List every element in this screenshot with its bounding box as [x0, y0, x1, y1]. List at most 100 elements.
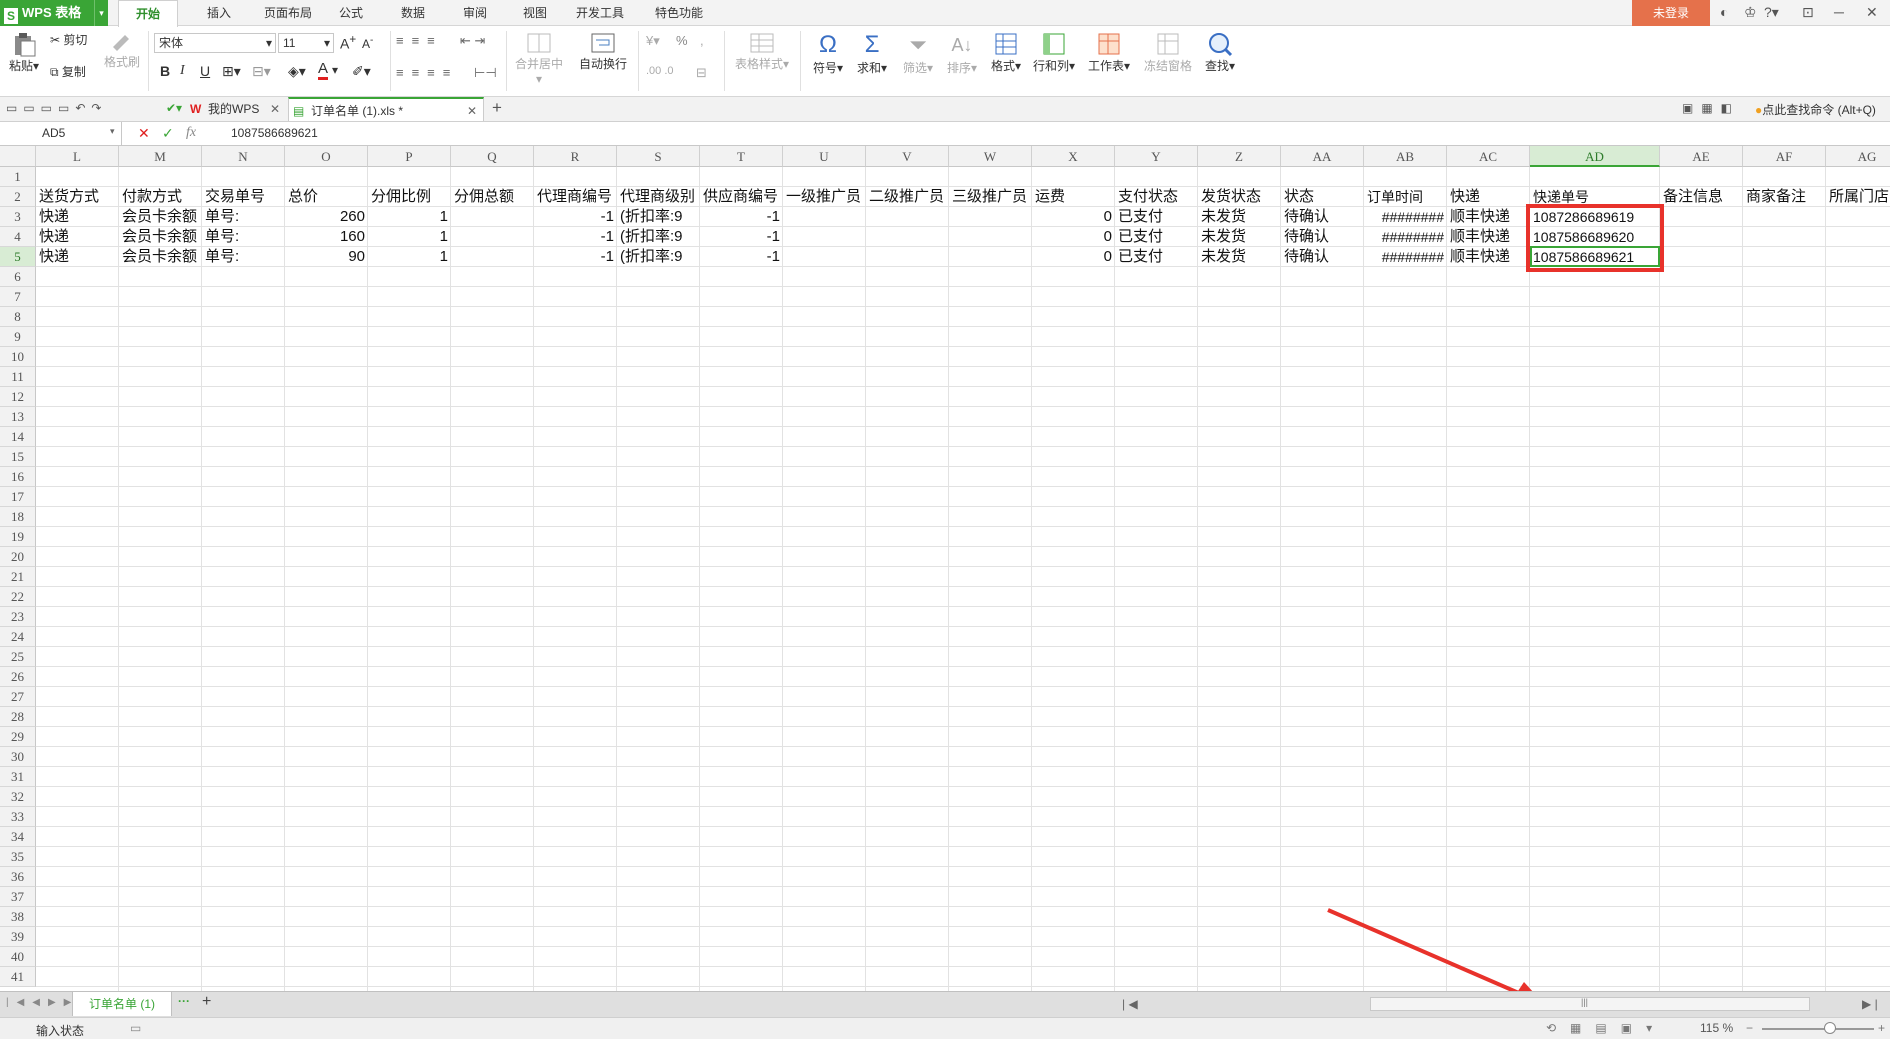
cell-x3[interactable]: 0 [1032, 207, 1115, 227]
row-header[interactable]: 29 [0, 727, 36, 747]
row-header[interactable]: 15 [0, 447, 36, 467]
cell-z3[interactable]: 未发货 [1198, 207, 1281, 227]
filter-button[interactable]: ⏷ 筛选▾ [898, 31, 938, 76]
cell-t4[interactable]: -1 [700, 227, 783, 247]
cell-r4[interactable]: -1 [534, 227, 617, 247]
row-header[interactable]: 41 [0, 967, 36, 987]
row-header[interactable]: 23 [0, 607, 36, 627]
login-button[interactable]: 未登录 [1632, 0, 1710, 26]
cell-af5[interactable] [1743, 247, 1826, 267]
cell-af2[interactable]: 商家备注 [1743, 187, 1826, 207]
cell-ac3[interactable]: 顺丰快递 [1447, 207, 1530, 227]
row-header[interactable]: 12 [0, 387, 36, 407]
cell-ab3[interactable]: ######## [1364, 207, 1447, 227]
menu-tab[interactable]: 数据 [390, 0, 436, 26]
minimize-icon[interactable]: ─ [1834, 4, 1844, 20]
cell-r3[interactable]: -1 [534, 207, 617, 227]
font-color-icon[interactable]: A [318, 61, 329, 80]
cell-q4[interactable] [451, 227, 534, 247]
confirm-icon[interactable]: ✓ [162, 125, 174, 142]
clear-format-icon[interactable]: ✐▾ [352, 63, 371, 80]
function-icon[interactable]: fx [186, 125, 196, 141]
column-header-ag[interactable]: AG [1826, 146, 1890, 167]
find-button[interactable]: 查找▾ [1200, 31, 1240, 74]
scroll-left-icon[interactable]: | ◀ [1122, 997, 1138, 1011]
view-mode-icons[interactable]: ⟲▦▤▣▾ [1546, 1021, 1666, 1035]
restore-ribbon-icon[interactable]: ⊡ [1802, 4, 1814, 21]
close-window-icon[interactable]: ✕ [1866, 4, 1878, 21]
new-tab-icon[interactable]: + [492, 98, 502, 118]
sum-button[interactable]: Σ 求和▾ [852, 31, 892, 76]
cell-q3[interactable] [451, 207, 534, 227]
merge-center-button[interactable]: 合并居中▾ [512, 31, 566, 86]
cell-o4[interactable]: 160 [285, 227, 368, 247]
cell-v2[interactable]: 二级推广员 [866, 187, 949, 207]
symbol-button[interactable]: Ω 符号▾ [808, 31, 848, 76]
cell-u5[interactable] [783, 247, 866, 267]
column-header-l[interactable]: L [36, 146, 119, 167]
cell-n2[interactable]: 交易单号 [202, 187, 285, 207]
row-header[interactable]: 2 [0, 187, 36, 207]
cancel-icon[interactable]: ✕ [138, 125, 150, 142]
column-header-n[interactable]: N [202, 146, 285, 167]
cell-u3[interactable] [783, 207, 866, 227]
freeze-panes-button[interactable]: 冻结窗格 [1140, 31, 1196, 74]
cell-ae3[interactable] [1660, 207, 1743, 227]
row-header[interactable]: 20 [0, 547, 36, 567]
cell-y2[interactable]: 支付状态 [1115, 187, 1198, 207]
cell-ac4[interactable]: 顺丰快递 [1447, 227, 1530, 247]
menu-tab[interactable]: 开发工具 [570, 0, 630, 26]
row-header[interactable]: 5 [0, 247, 36, 267]
cell-p3[interactable]: 1 [368, 207, 451, 227]
doc-tab-my-wps[interactable]: W 我的WPS ✕ [186, 97, 286, 121]
distributed-icon[interactable]: ⊢⊣ [474, 65, 497, 81]
font-grow-icon[interactable]: A+ [340, 33, 356, 52]
cell-l2[interactable]: 送货方式 [36, 187, 119, 207]
row-col-button[interactable]: 行和列▾ [1032, 31, 1076, 74]
cell-l4[interactable]: 快递 [36, 227, 119, 247]
row-header[interactable]: 36 [0, 867, 36, 887]
row-header[interactable]: 22 [0, 587, 36, 607]
cell-x5[interactable]: 0 [1032, 247, 1115, 267]
menu-tab[interactable]: 审阅 [452, 0, 498, 26]
comma-icon[interactable]: , [700, 33, 704, 48]
cell-y5[interactable]: 已支付 [1115, 247, 1198, 267]
underline-button[interactable]: U [200, 63, 210, 79]
cell-r5[interactable]: -1 [534, 247, 617, 267]
cell-ab2[interactable]: 订单时间 [1364, 187, 1447, 207]
cell-p4[interactable]: 1 [368, 227, 451, 247]
column-header-z[interactable]: Z [1198, 146, 1281, 167]
row-header[interactable]: 24 [0, 627, 36, 647]
close-tab-icon[interactable]: ✕ [467, 99, 477, 123]
app-menu-button[interactable]: S WPS 表格 ▾ [0, 0, 108, 26]
row-header[interactable]: 14 [0, 427, 36, 447]
spreadsheet-grid[interactable]: L M N O P Q R S T U V W X Y Z AA AB AC AD AE AF AG 1234567891… [0, 146, 1890, 991]
copy-button[interactable]: ⧉ 复制 [50, 63, 86, 80]
column-header-t[interactable]: T [700, 146, 783, 167]
cell-p5[interactable]: 1 [368, 247, 451, 267]
column-header-w[interactable]: W [949, 146, 1032, 167]
cell-n3[interactable]: 单号: [202, 207, 285, 227]
macro-icon[interactable]: ▭ [130, 1021, 141, 1035]
formula-input[interactable]: 1087586689621 [231, 122, 318, 145]
menu-tab[interactable]: 视图 [512, 0, 558, 26]
cell-ae4[interactable] [1660, 227, 1743, 247]
cell-x2[interactable]: 运费 [1032, 187, 1115, 207]
indent-icons[interactable]: ⇤ ⇥ [460, 33, 485, 49]
format-painter-button[interactable]: 格式刷 [102, 31, 142, 70]
percent-button[interactable]: % [676, 33, 688, 48]
close-tab-icon[interactable]: ✕ [270, 97, 280, 121]
row-header[interactable]: 30 [0, 747, 36, 767]
horizontal-scrollbar[interactable]: ||| [1370, 997, 1810, 1011]
row-header[interactable]: 17 [0, 487, 36, 507]
row-header[interactable]: 8 [0, 307, 36, 327]
chevron-down-icon[interactable]: ▾ [110, 126, 115, 137]
column-header-y[interactable]: Y [1115, 146, 1198, 167]
column-header-u[interactable]: U [783, 146, 866, 167]
cell-af4[interactable] [1743, 227, 1826, 247]
row-header[interactable]: 16 [0, 467, 36, 487]
table-style-button[interactable]: 表格样式▾ [732, 31, 792, 72]
more-sheets-icon[interactable]: ··· [178, 994, 190, 1008]
row-header[interactable]: 40 [0, 947, 36, 967]
column-header-ae[interactable]: AE [1660, 146, 1743, 167]
